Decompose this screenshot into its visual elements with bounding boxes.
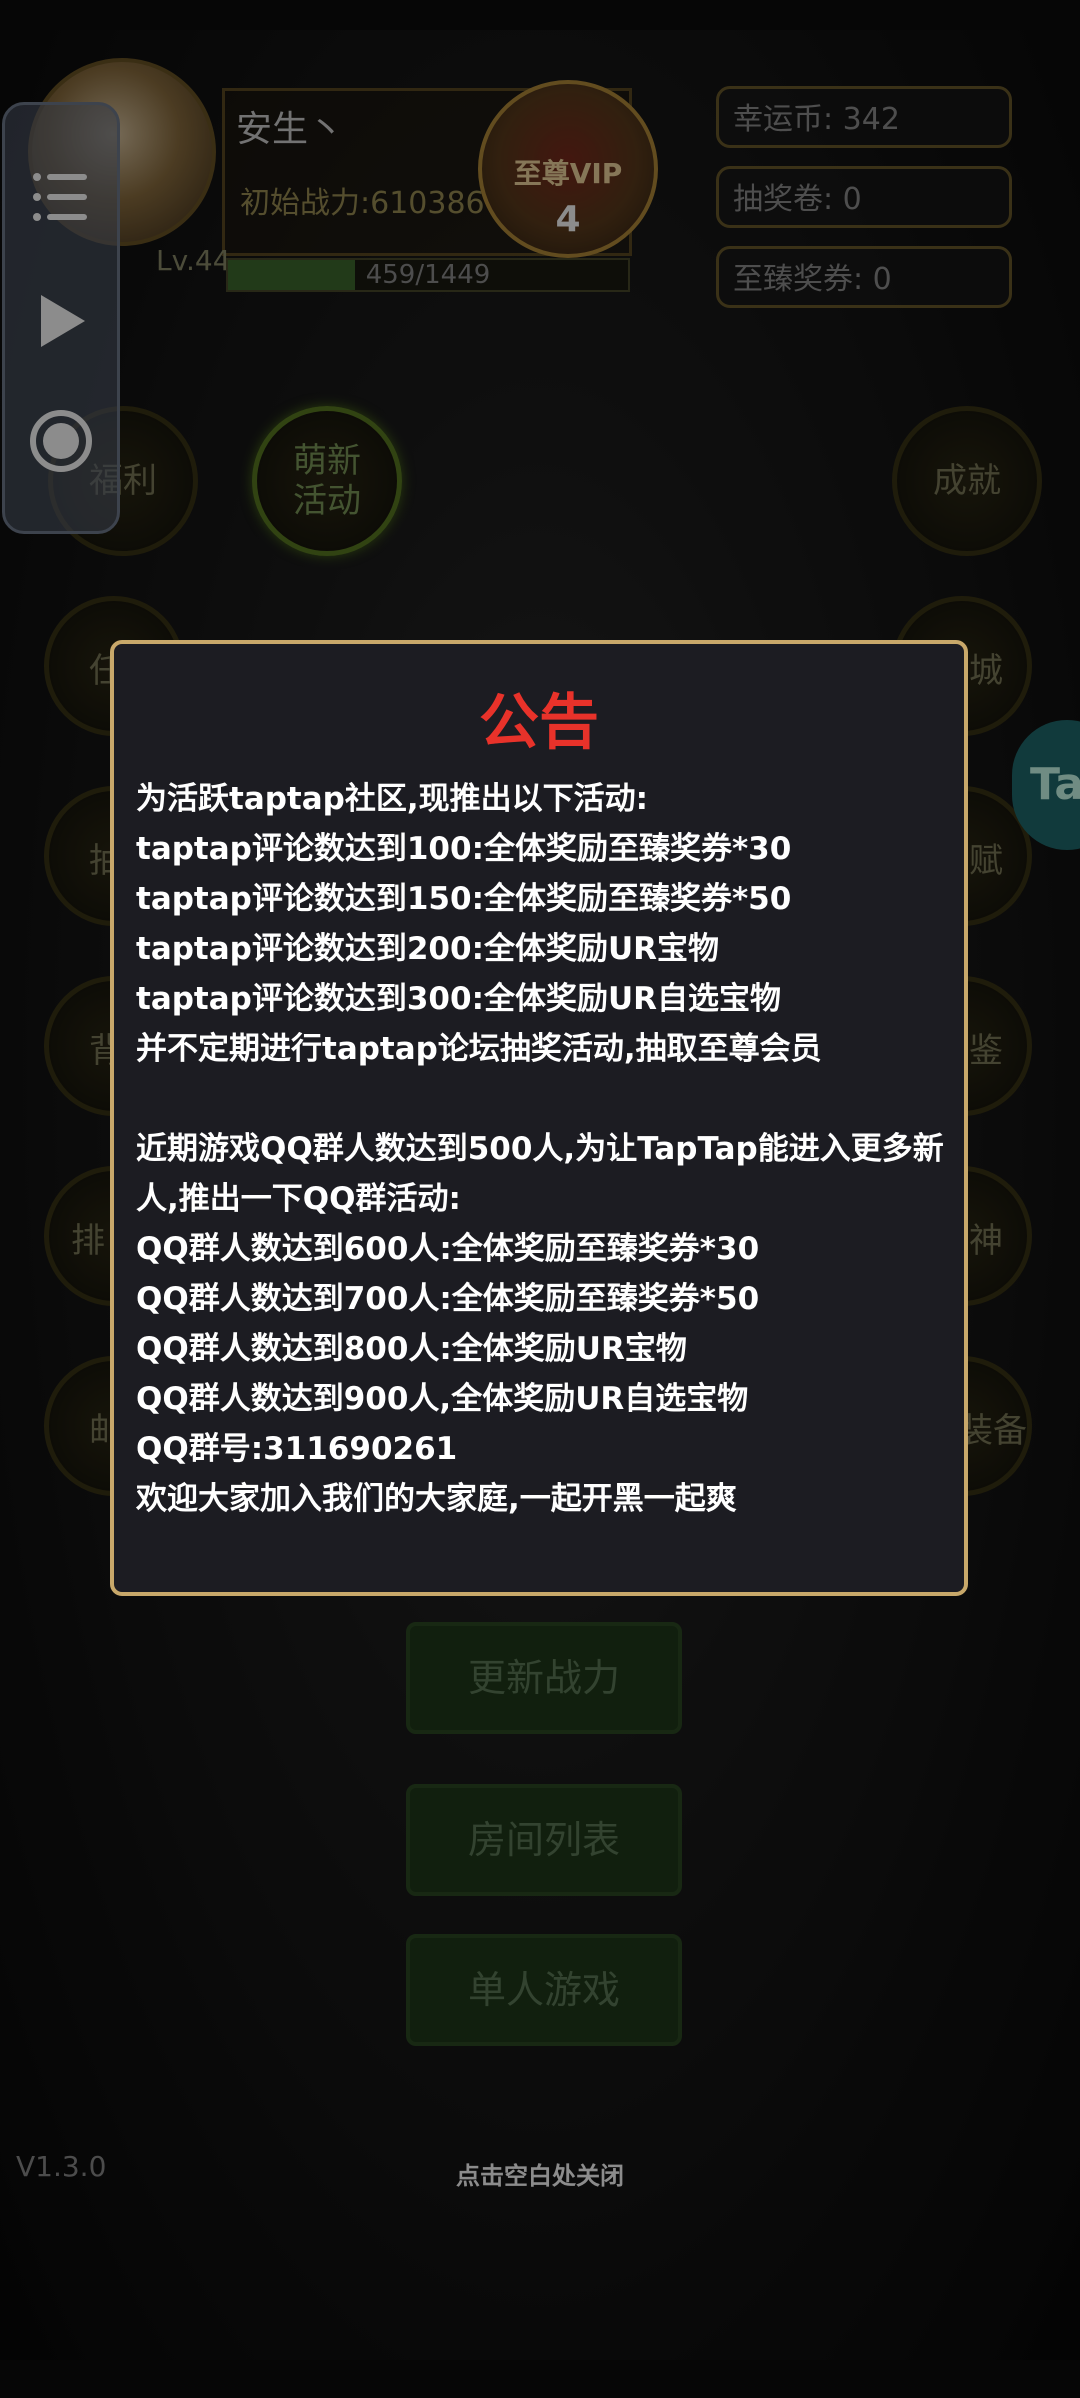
dialog-body: 为活跃taptap社区,现推出以下活动: taptap评论数达到100:全体奖励…	[136, 781, 944, 1517]
announcement-dialog: 公告 为活跃taptap社区,现推出以下活动: taptap评论数达到100:全…	[110, 640, 968, 1596]
dialog-title: 公告	[479, 688, 599, 758]
